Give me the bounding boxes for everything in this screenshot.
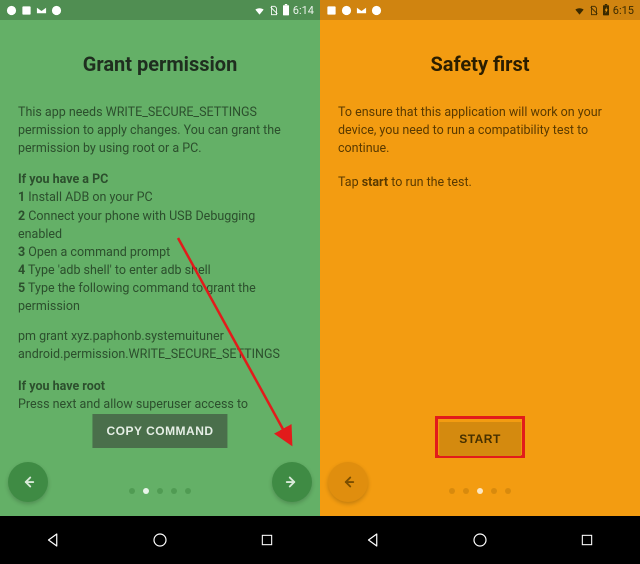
clock-text: 6:15 xyxy=(613,4,634,17)
step-5-text: Type the following command to grant the … xyxy=(18,281,256,314)
page-dot xyxy=(463,488,469,494)
step-2: 2 Connect your phone with USB Debugging … xyxy=(18,208,302,244)
notification-mail-icon xyxy=(356,5,367,16)
step-5: 5 Type the following command to grant th… xyxy=(18,280,302,316)
notification-image-icon xyxy=(326,5,337,16)
pc-heading: If you have a PC xyxy=(18,172,302,187)
nav-home-button[interactable] xyxy=(455,516,505,564)
step-4-text: Type 'adb shell' to enter adb shell xyxy=(28,263,211,278)
page-dot xyxy=(185,488,191,494)
clock-text: 6:14 xyxy=(293,4,314,17)
no-sim-icon xyxy=(269,5,279,16)
nav-back-button[interactable] xyxy=(28,516,78,564)
wifi-icon xyxy=(253,5,266,16)
status-bar: 6:14 xyxy=(0,0,320,20)
notification-circle-icon xyxy=(6,5,17,16)
bottom-controls: START xyxy=(320,406,640,516)
step-1: 1 Install ADB on your PC xyxy=(18,189,302,207)
page-dot-active xyxy=(143,488,149,494)
bottom-controls: COPY COMMAND xyxy=(0,406,320,516)
safety-text-1: To ensure that this application will wor… xyxy=(338,104,622,158)
next-button[interactable] xyxy=(272,462,312,502)
safety-text-2b: start xyxy=(362,175,388,190)
arrow-left-icon xyxy=(19,473,37,491)
start-button[interactable]: START xyxy=(439,422,521,456)
notification-circle-icon xyxy=(371,5,382,16)
nav-recents-button[interactable] xyxy=(242,516,292,564)
back-button[interactable] xyxy=(8,462,48,502)
step-1-text: Install ADB on your PC xyxy=(28,190,152,205)
arrow-right-icon xyxy=(283,473,301,491)
android-nav-bar xyxy=(320,516,640,564)
square-recents-icon xyxy=(259,532,275,548)
circle-home-icon xyxy=(471,531,489,549)
safety-text-2: Tap start to run the test. xyxy=(338,174,622,192)
page-dot xyxy=(505,488,511,494)
arrow-left-icon xyxy=(339,473,357,491)
step-3-text: Open a command prompt xyxy=(28,245,170,260)
battery-charging-icon xyxy=(602,4,610,16)
back-button[interactable] xyxy=(328,462,368,502)
nav-back-button[interactable] xyxy=(348,516,398,564)
page-title: Grant permission xyxy=(18,52,302,76)
notification-image-icon xyxy=(21,5,32,16)
triangle-back-icon xyxy=(364,531,382,549)
page-dot xyxy=(449,488,455,494)
page-dot xyxy=(157,488,163,494)
notification-circle-icon xyxy=(51,5,62,16)
wifi-icon xyxy=(573,5,586,16)
nav-home-button[interactable] xyxy=(135,516,185,564)
status-bar: 6:15 xyxy=(320,0,640,20)
command-text: pm grant xyz.paphonb.systemuituner andro… xyxy=(18,328,302,364)
page-dot xyxy=(491,488,497,494)
copy-command-button[interactable]: COPY COMMAND xyxy=(92,414,227,448)
step-2-text: Connect your phone with USB Debugging en… xyxy=(18,209,255,242)
page-dot-active xyxy=(477,488,483,494)
square-recents-icon xyxy=(579,532,595,548)
safety-text-2a: Tap xyxy=(338,175,362,190)
intro-text: This app needs WRITE_SECURE_SETTINGS per… xyxy=(18,104,302,158)
step-3: 3 Open a command prompt xyxy=(18,244,302,262)
step-4: 4 Type 'adb shell' to enter adb shell xyxy=(18,262,302,280)
nav-recents-button[interactable] xyxy=(562,516,612,564)
triangle-back-icon xyxy=(44,531,62,549)
right-screenshot: 6:15 Safety first To ensure that this ap… xyxy=(320,0,640,564)
left-screenshot: 6:14 Grant permission This app needs WRI… xyxy=(0,0,320,564)
page-indicator xyxy=(449,488,511,494)
android-nav-bar xyxy=(0,516,320,564)
notification-circle-icon xyxy=(341,5,352,16)
page-indicator xyxy=(129,488,191,494)
circle-home-icon xyxy=(151,531,169,549)
notification-mail-icon xyxy=(36,5,47,16)
page-title: Safety first xyxy=(338,52,622,76)
battery-icon xyxy=(282,4,290,16)
safety-text-2c: to run the test. xyxy=(388,175,472,190)
page-dot xyxy=(171,488,177,494)
no-sim-icon xyxy=(589,5,599,16)
page-dot xyxy=(129,488,135,494)
root-heading: If you have root xyxy=(18,379,302,394)
